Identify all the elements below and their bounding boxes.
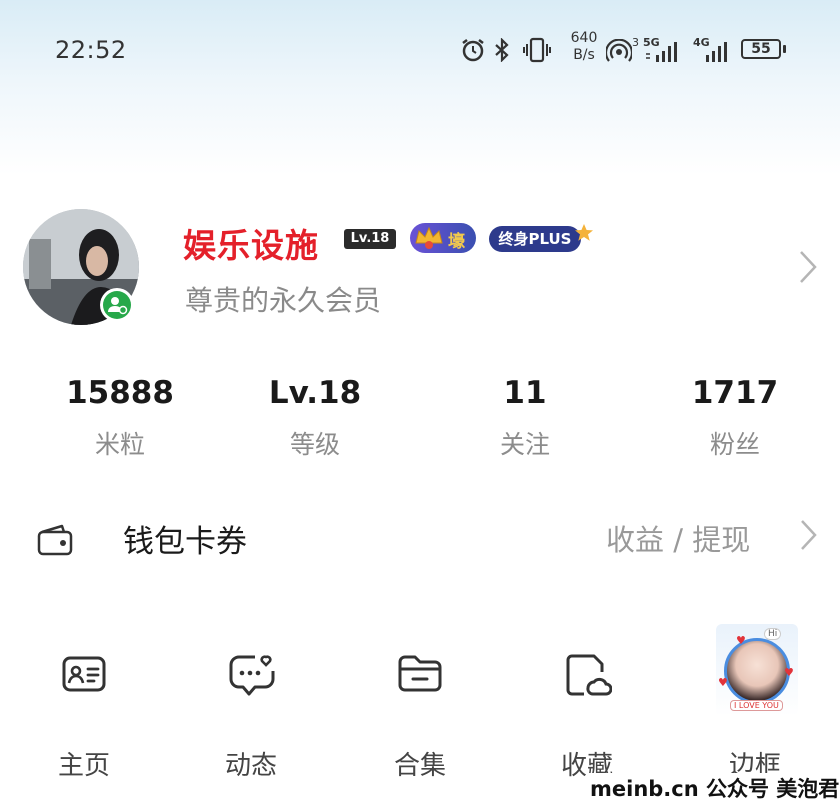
net-speed-unit: B/s (573, 47, 595, 63)
frame-love-tag: I LOVE YOU (730, 700, 783, 711)
stat-label: 粉丝 (709, 430, 760, 459)
signal-sup: 3 (632, 36, 639, 49)
net-speed: 640 B/s (564, 30, 604, 64)
net-speed-value: 640 (570, 30, 598, 46)
stat-value: Lv.18 (268, 375, 362, 411)
profile-page: 22:52 640 B/s 3 5G 4G 55 娱乐设施 Lv.18 壕 终身… (0, 0, 840, 806)
lifetime-plus-badge: 终身PLUS (489, 226, 581, 252)
signal-5g-icon (646, 42, 677, 62)
stat-label: 米粒 (94, 430, 145, 459)
frame-hi-bubble: Hi (764, 628, 782, 640)
user-check-icon (108, 297, 128, 315)
favorites-doc-icon (566, 654, 612, 696)
status-icons: 640 B/s 3 5G 4G 55 (460, 30, 790, 70)
earnings-withdraw-link[interactable]: 收益 / 提现 (606, 517, 750, 559)
wallet-title[interactable]: 钱包卡券 (123, 516, 247, 561)
battery-icon: 55 (741, 39, 781, 59)
bluetooth-icon (495, 38, 509, 62)
heart-icon: ♥ (718, 676, 728, 689)
stat-level[interactable]: Lv.18 等级 (230, 373, 400, 461)
stat-value: 11 (503, 375, 547, 411)
stat-points[interactable]: 15888 米粒 (35, 373, 205, 461)
shortcut-label: 动态 (224, 751, 277, 781)
alarm-icon (462, 39, 484, 62)
vibrate-icon (523, 37, 551, 63)
heart-icon: ♥ (784, 666, 794, 679)
frame-avatar-image (724, 638, 790, 704)
folder-icon (398, 655, 442, 692)
hotspot-icon (606, 39, 632, 62)
wealth-badge-text: 壕 (448, 232, 465, 252)
shortcut-label: 合集 (393, 751, 446, 781)
profile-chevron-icon[interactable] (796, 249, 820, 285)
frame-preview: ♥ ♥ ♥ Hi I LOVE YOU (716, 624, 798, 716)
chat-heart-icon (229, 655, 275, 696)
wallet-icon (37, 524, 73, 556)
stat-fans[interactable]: 1717 粉丝 (650, 373, 820, 461)
avatar-verified-badge (100, 288, 134, 322)
star-icon (575, 224, 593, 241)
member-subtitle: 尊贵的永久会员 (185, 284, 382, 317)
stat-value: 15888 (66, 375, 174, 411)
profile-card-icon (62, 656, 106, 692)
signal-4g-icon (706, 42, 727, 62)
stat-label: 等级 (289, 430, 340, 459)
wallet-chevron-icon[interactable] (798, 518, 820, 552)
heart-icon: ♥ (736, 634, 746, 647)
watermark: meinb.cn 公众号 美泡君 (588, 773, 840, 803)
stat-label: 关注 (499, 430, 550, 459)
shortcut-label: 主页 (57, 751, 110, 781)
level-badge: Lv.18 (344, 229, 396, 249)
username: 娱乐设施 (183, 226, 319, 265)
wealth-badge: 壕 (410, 223, 476, 253)
status-time: 22:52 (55, 36, 127, 64)
battery-tip (783, 45, 786, 53)
stat-value: 1717 (691, 375, 779, 411)
crown-icon (415, 226, 443, 249)
stat-following[interactable]: 11 关注 (440, 373, 610, 461)
